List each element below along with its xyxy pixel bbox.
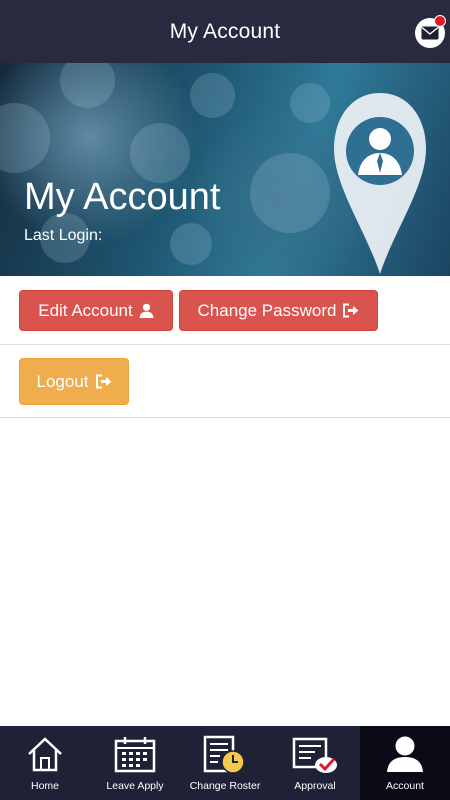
logout-button[interactable]: Logout <box>19 358 129 405</box>
nav-label-account: Account <box>386 780 424 792</box>
nav-label-home: Home <box>30 780 59 792</box>
sign-out-icon <box>343 303 359 318</box>
logout-row: Logout <box>0 346 450 418</box>
change-password-label: Change Password <box>197 300 337 320</box>
mail-icon <box>421 26 439 40</box>
last-login-label: Last Login: <box>24 227 103 244</box>
home-icon <box>28 737 62 772</box>
nav-item-account[interactable]: Account <box>360 726 450 800</box>
user-icon <box>139 303 154 318</box>
page-title: My Account <box>169 19 281 43</box>
user-icon <box>387 736 423 772</box>
nav-label-change-roster: Change Roster <box>189 780 261 792</box>
nav-item-approval[interactable]: Approval <box>270 726 360 800</box>
banner-title: My Account <box>24 176 221 218</box>
change-password-button[interactable]: Change Password <box>179 290 378 331</box>
notification-badge <box>434 15 446 27</box>
account-banner: My Account Last Login: <box>0 63 450 276</box>
roster-clock-icon <box>203 735 245 774</box>
calendar-icon <box>114 737 156 773</box>
user-location-pin-icon <box>334 93 426 274</box>
nav-item-change-roster[interactable]: Change Roster <box>180 726 270 800</box>
nav-label-leave-apply: Leave Apply <box>106 780 164 792</box>
nav-item-home[interactable]: Home <box>0 726 90 800</box>
edit-account-label: Edit Account <box>38 300 133 320</box>
mail-notification-button[interactable] <box>415 15 446 48</box>
logout-icon <box>95 374 111 389</box>
logout-label: Logout <box>36 371 89 391</box>
top-bar: My Account <box>0 0 450 63</box>
edit-account-button[interactable]: Edit Account <box>19 290 173 331</box>
account-actions-row: Edit Account Change Password <box>0 276 450 345</box>
nav-item-leave-apply[interactable]: Leave Apply <box>90 726 180 800</box>
approval-check-icon <box>292 737 337 773</box>
bottom-navigation: Home Leave Apply Change Roster Approval … <box>0 726 450 800</box>
nav-label-approval: Approval <box>294 780 336 792</box>
